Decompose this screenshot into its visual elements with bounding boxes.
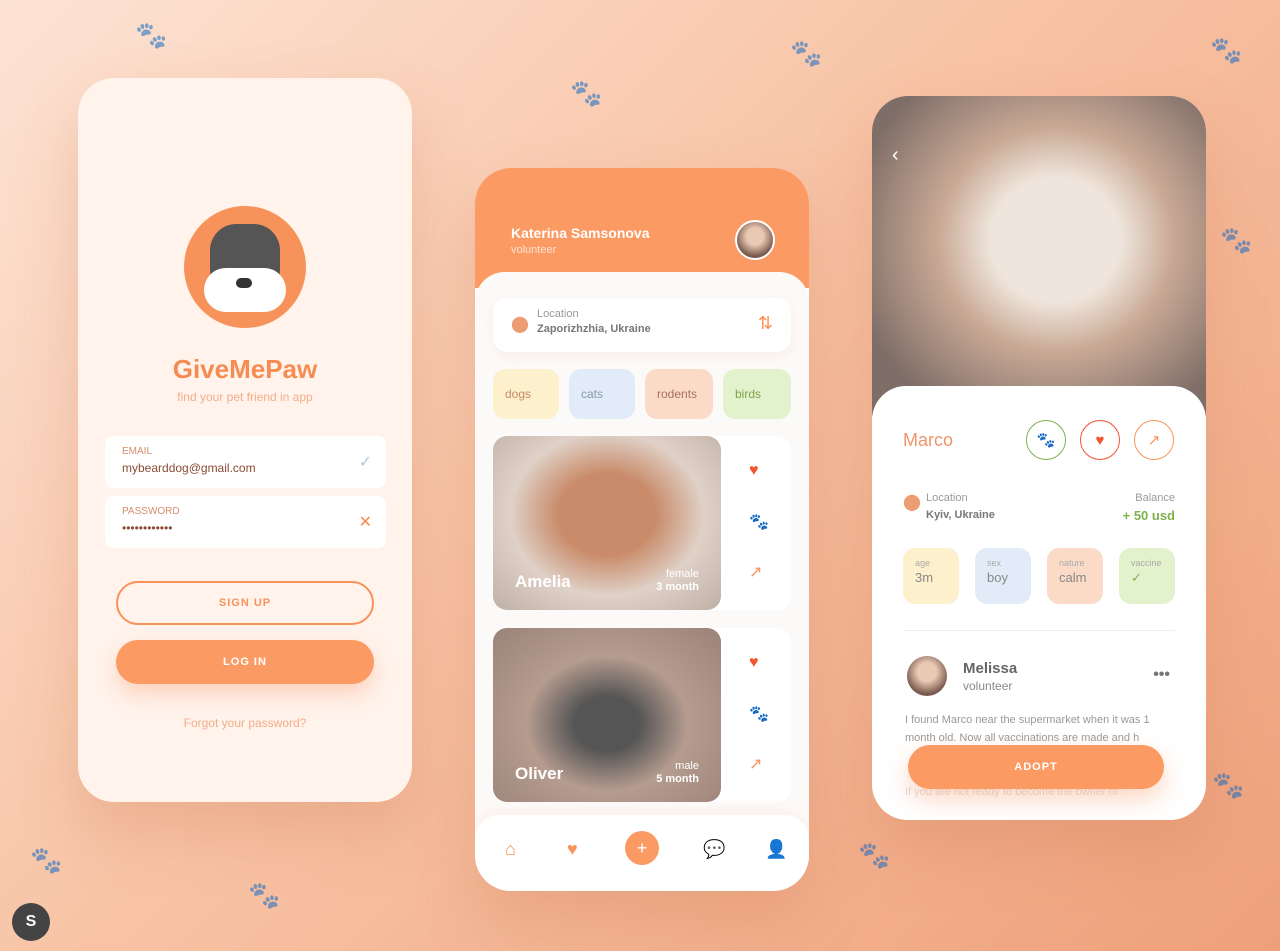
location-label: Location	[537, 308, 579, 320]
forgot-password-link[interactable]: Forgot your password?	[78, 716, 412, 730]
divider	[903, 630, 1175, 631]
location-value: Kyiv, Ukraine	[926, 509, 995, 521]
password-value: ••••••••••••	[122, 521, 173, 535]
pet-sex: male	[675, 760, 699, 772]
stat-nature: nature calm	[1047, 548, 1103, 604]
add-icon[interactable]: +	[625, 831, 659, 865]
story-text: I found Marco near the supermarket when …	[905, 714, 1150, 744]
paw-button[interactable]: 🐾	[1026, 420, 1066, 460]
user-name: Katerina Samsonova	[511, 225, 650, 241]
location-pin-icon: ⬤	[511, 316, 529, 333]
category-dogs[interactable]: dogs	[493, 369, 559, 419]
favorite-button[interactable]: ♥	[1080, 420, 1120, 460]
heart-icon[interactable]: ♥	[567, 839, 578, 860]
sort-icon[interactable]: ⇅	[758, 313, 773, 334]
paw-icon: 🐾	[790, 38, 823, 68]
tagline: find your pet friend in app	[177, 390, 313, 404]
dog-logo-icon	[184, 206, 306, 328]
location-label: Location	[926, 492, 968, 504]
stat-age: age 3m	[903, 548, 959, 604]
login-screen: GiveMePaw find your pet friend in app EM…	[78, 78, 412, 802]
pet-age: 5 month	[656, 773, 699, 785]
author-name: Melissa	[963, 660, 1018, 677]
category-rodents[interactable]: rodents	[645, 369, 713, 419]
pet-card[interactable]: Oliver male 5 month ♥ 🐾 ↗	[493, 628, 791, 802]
heart-icon[interactable]: ♥	[749, 654, 759, 672]
clear-icon[interactable]: ✕	[359, 512, 372, 532]
author-avatar[interactable]	[907, 656, 947, 696]
adopt-button[interactable]: ADOPT	[908, 745, 1164, 789]
paw-icon: 🐾	[248, 880, 281, 910]
paw-icon: 🐾	[570, 78, 603, 108]
email-value: mybearddog@gmail.com	[122, 461, 256, 475]
pet-sex: female	[665, 568, 699, 580]
pet-detail-screen: ‹ Marco 🐾 ♥ ↗ ⬤ Location Kyiv, Ukraine B…	[872, 96, 1206, 820]
paw-icon: 🐾	[135, 20, 168, 50]
pet-photo: Oliver male 5 month	[493, 628, 721, 802]
paw-icon: 🐾	[1220, 225, 1253, 255]
pet-name: Oliver	[515, 764, 564, 783]
watermark-logo: S	[12, 903, 50, 941]
more-icon[interactable]: •••	[1153, 666, 1170, 684]
location-value: Zaporizhzhia, Ukraine	[537, 323, 651, 335]
share-button[interactable]: ↗	[1134, 420, 1174, 460]
balance-label: Balance	[1135, 492, 1175, 504]
home-icon[interactable]: ⌂	[505, 839, 516, 860]
location-selector[interactable]: ⬤ Location Zaporizhzhia, Ukraine ⇅	[493, 298, 791, 352]
chat-icon[interactable]: 💬	[703, 839, 725, 860]
heart-icon[interactable]: ♥	[749, 462, 759, 480]
paw-icon[interactable]: 🐾	[749, 512, 769, 532]
paw-icon: 🐾	[30, 845, 63, 875]
paw-icon: 🐾	[1210, 35, 1243, 65]
app-name: GiveMePaw	[172, 354, 318, 384]
check-icon: ✓	[358, 454, 372, 471]
share-icon[interactable]: ↗	[749, 562, 762, 582]
location-pin-icon: ⬤	[903, 494, 921, 511]
stat-vaccine: vaccine ✓	[1119, 548, 1175, 604]
email-field[interactable]: EMAIL mybearddog@gmail.com ✓	[105, 436, 386, 488]
paw-icon: 🐾	[1212, 770, 1245, 800]
log-in-button[interactable]: LOG IN	[116, 640, 374, 684]
password-label: PASSWORD	[122, 506, 180, 517]
pet-photo: Amelia female 3 month	[493, 436, 721, 610]
pet-card[interactable]: Amelia female 3 month ♥ 🐾 ↗	[493, 436, 791, 610]
share-icon[interactable]: ↗	[749, 754, 762, 774]
pet-age: 3 month	[656, 581, 699, 593]
pet-photo: ‹	[872, 96, 1206, 416]
pet-name: Marco	[903, 430, 954, 450]
sign-up-button[interactable]: SIGN UP	[116, 581, 374, 625]
password-field[interactable]: PASSWORD •••••••••••• ✕	[105, 496, 386, 548]
avatar[interactable]	[735, 220, 775, 260]
profile-icon[interactable]: 👤	[765, 839, 787, 860]
stat-sex: sex boy	[975, 548, 1031, 604]
user-role: volunteer	[511, 244, 557, 256]
pet-list-screen: Katerina Samsonova volunteer ⬤ Location …	[475, 168, 809, 891]
author-role: volunteer	[963, 679, 1013, 693]
pet-name: Amelia	[515, 572, 571, 591]
paw-icon: 🐾	[858, 840, 891, 870]
category-birds[interactable]: birds	[723, 369, 791, 419]
email-label: EMAIL	[122, 446, 153, 457]
balance-value: + 50 usd	[1122, 508, 1175, 523]
category-cats[interactable]: cats	[569, 369, 635, 419]
paw-icon[interactable]: 🐾	[749, 704, 769, 724]
bottom-nav: ⌂ ♥ + 💬 👤	[475, 815, 809, 891]
back-icon[interactable]: ‹	[892, 144, 899, 167]
